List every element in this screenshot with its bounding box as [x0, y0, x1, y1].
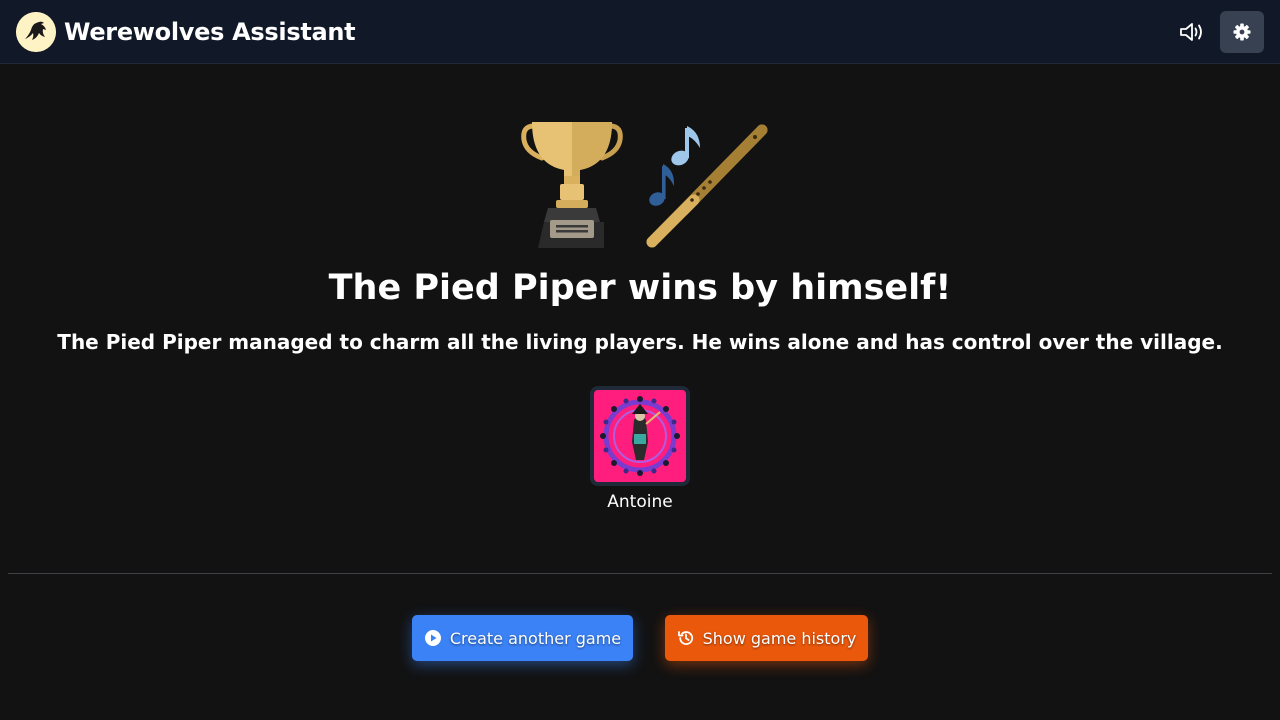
history-icon — [677, 631, 693, 645]
sound-toggle-button[interactable] — [1174, 14, 1210, 50]
pied-piper-flute-icon — [646, 124, 768, 248]
app-title[interactable]: Werewolves Assistant — [64, 16, 356, 48]
create-another-game-button[interactable]: Create another game — [412, 615, 633, 661]
result-description: The Pied Piper managed to charm all the … — [57, 330, 1223, 354]
winner-role-card[interactable] — [590, 386, 690, 486]
play-circle-icon — [424, 630, 441, 646]
winner-name: Antoine — [607, 492, 673, 512]
result-title: The Pied Piper wins by himself! — [328, 268, 952, 308]
werewolf-logo-icon[interactable] — [16, 12, 56, 52]
history-button-label: Show game history — [702, 628, 857, 648]
settings-button[interactable] — [1220, 11, 1264, 53]
pied-piper-role-icon — [594, 390, 686, 482]
trophy-icon — [521, 122, 623, 248]
gear-icon — [1233, 23, 1251, 41]
divider — [8, 573, 1272, 574]
create-button-label: Create another game — [449, 628, 622, 648]
volume-icon — [1180, 23, 1202, 41]
show-game-history-button[interactable]: Show game history — [665, 615, 868, 661]
top-bar: Werewolves Assistant — [0, 0, 1280, 64]
